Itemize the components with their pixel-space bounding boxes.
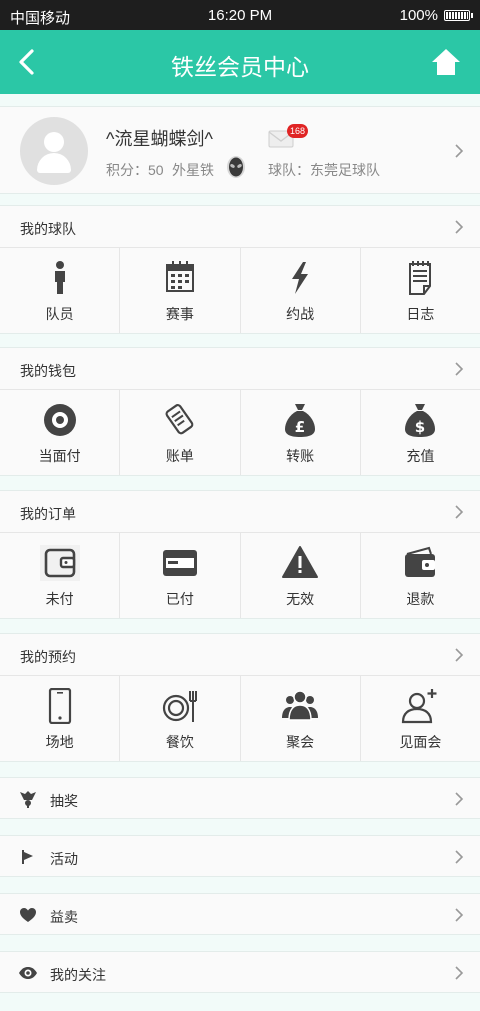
grid-item-matches[interactable]: 赛事 — [120, 248, 241, 333]
calendar-icon — [160, 260, 200, 296]
section-my-wallet: 我的钱包 当面付 账单 £ 转账 $ 充值 — [0, 347, 480, 476]
eye-icon — [19, 967, 37, 979]
avatar[interactable] — [20, 117, 88, 185]
grid-item-label: 见面会 — [399, 734, 442, 750]
grid-item-party[interactable]: 聚会 — [241, 676, 361, 761]
wallet-icon — [39, 545, 80, 581]
grid-item-challenge[interactable]: 约战 — [241, 248, 361, 333]
heart-icon — [20, 908, 36, 922]
chevron-right-icon — [455, 648, 464, 662]
notepad-icon — [400, 260, 440, 296]
section-title: 我的钱包 — [20, 363, 76, 379]
person-icon — [40, 260, 80, 296]
list-item-following[interactable]: 我的关注 — [0, 951, 480, 993]
profile-card[interactable]: ^流星蝴蝶剑^ 积分：50 外星铁 168 球队：东莞足球队 — [0, 106, 480, 194]
grid-item-transfer[interactable]: £ 转账 — [241, 390, 361, 475]
chevron-right-icon — [455, 362, 464, 376]
grid-item-label: 赛事 — [165, 306, 194, 322]
grid-item-venue[interactable]: 场地 — [0, 676, 121, 761]
svg-text:£: £ — [295, 418, 305, 436]
chevron-right-icon — [455, 505, 464, 519]
grid-item-label: 退款 — [406, 591, 435, 607]
grid-item-label: 已付 — [165, 591, 194, 607]
grid-item-label: 未付 — [45, 591, 74, 607]
card-icon — [160, 545, 200, 581]
dining-icon — [160, 688, 200, 724]
grid-item-log[interactable]: 日志 — [361, 248, 480, 333]
page-title: 铁丝会员中心 — [171, 54, 309, 80]
section-title: 我的球队 — [20, 221, 76, 237]
purse-icon — [400, 545, 440, 581]
chevron-right-icon — [455, 220, 464, 234]
chevron-right-icon — [455, 144, 464, 158]
grid-item-label: 队员 — [45, 306, 74, 322]
grid-item-label: 无效 — [286, 591, 315, 607]
chevron-right-icon — [455, 908, 464, 922]
list-item-activities[interactable]: 活动 — [0, 835, 480, 877]
grid-item-label: 聚会 — [286, 734, 315, 750]
team-label: 球队：东莞足球队 — [268, 162, 380, 178]
level-label: 外星铁 — [172, 162, 214, 178]
grid-item-label: 约战 — [286, 306, 315, 322]
dollar-bag-icon: $ — [400, 402, 440, 438]
list-item-lottery[interactable]: 抽奖 — [0, 777, 480, 819]
chevron-right-icon — [455, 850, 464, 864]
nav-bar: 铁丝会员中心 — [0, 30, 480, 94]
grid-item-label: 当面付 — [38, 448, 81, 464]
grid-item-paid[interactable]: 已付 — [120, 533, 241, 618]
section-my-orders: 我的订单 未付 已付 无效 退款 — [0, 490, 480, 619]
grid-item-label: 餐饮 — [165, 734, 194, 750]
grid-item-pay-in-person[interactable]: 当面付 — [0, 390, 121, 475]
disc-icon — [40, 402, 80, 438]
status-bar: 中国移动 16:20 PM 100% — [0, 0, 480, 30]
grid-item-bills[interactable]: 账单 — [120, 390, 241, 475]
grid-item-refund[interactable]: 退款 — [361, 533, 480, 618]
section-header-my-reservations[interactable]: 我的预约 — [0, 634, 480, 676]
grid-item-label: 账单 — [165, 448, 194, 464]
home-icon[interactable] — [430, 46, 462, 78]
section-my-reservations: 我的预约 场地 餐饮 聚会 见面会 — [0, 633, 480, 762]
section-my-team: 我的球队 队员 赛事 约战 日志 — [0, 205, 480, 334]
battery-icon — [444, 10, 473, 21]
phone-icon — [40, 687, 80, 725]
grid-item-label: 日志 — [406, 306, 435, 322]
alien-level-icon — [227, 156, 245, 178]
grid-item-label: 转账 — [286, 448, 315, 464]
grid-item-dining[interactable]: 餐饮 — [120, 676, 241, 761]
grid-item-members[interactable]: 队员 — [0, 248, 121, 333]
add-user-icon — [400, 688, 440, 724]
section-header-my-orders[interactable]: 我的订单 — [0, 491, 480, 533]
list-item-label: 我的关注 — [50, 967, 106, 983]
grid-item-unpaid[interactable]: 未付 — [0, 533, 121, 618]
message-count-badge: 168 — [287, 124, 309, 138]
section-title: 我的预约 — [20, 649, 76, 665]
group-icon — [280, 688, 320, 724]
grid-item-invalid[interactable]: 无效 — [241, 533, 361, 618]
grid-item-meetup[interactable]: 见面会 — [361, 676, 480, 761]
list-item-label: 活动 — [50, 851, 78, 867]
chevron-right-icon — [455, 966, 464, 980]
list-item-charity-sale[interactable]: 益卖 — [0, 893, 480, 935]
pound-bag-icon: £ — [280, 402, 320, 438]
grid-item-label: 场地 — [45, 734, 74, 750]
warning-icon — [280, 545, 320, 581]
points-label: 积分：50 — [106, 162, 164, 178]
chevron-right-icon — [455, 792, 464, 806]
grid-item-top-up[interactable]: $ 充值 — [361, 390, 480, 475]
grid-item-label: 充值 — [406, 448, 435, 464]
list-item-label: 抽奖 — [50, 793, 78, 809]
svg-text:$: $ — [415, 418, 425, 436]
section-title: 我的订单 — [20, 506, 76, 522]
receipt-icon — [160, 402, 200, 438]
list-item-label: 益卖 — [50, 909, 78, 925]
username: ^流星蝴蝶剑^ — [106, 129, 213, 149]
section-header-my-team[interactable]: 我的球队 — [0, 206, 480, 248]
battery-percent: 100% — [399, 7, 438, 24]
prize-icon — [20, 791, 36, 808]
lightning-icon — [280, 260, 320, 296]
flag-icon — [22, 850, 33, 864]
section-header-my-wallet[interactable]: 我的钱包 — [0, 348, 480, 390]
